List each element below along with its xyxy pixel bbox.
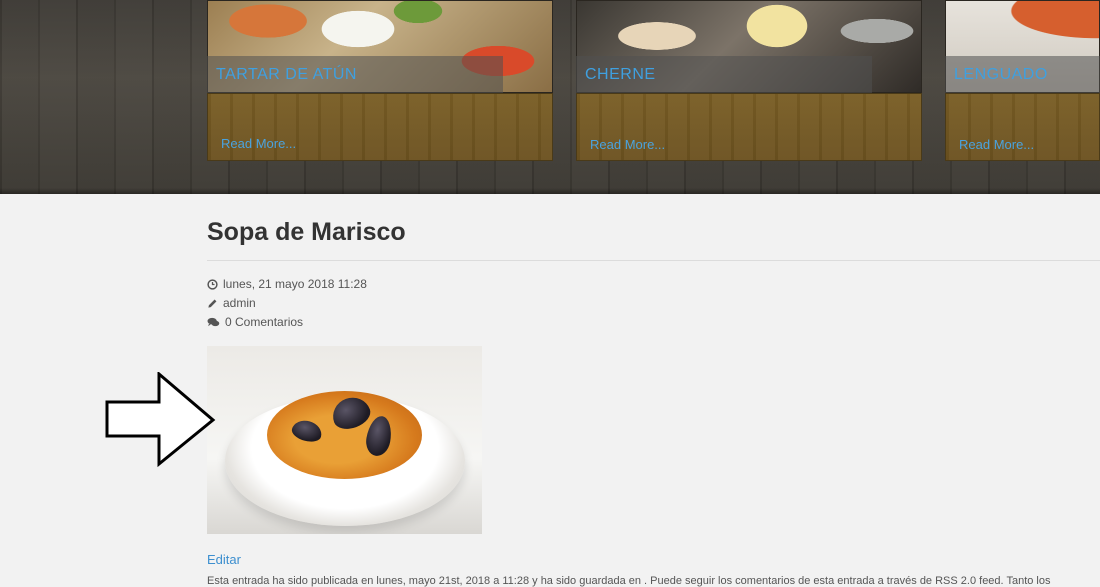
card-title[interactable]: LENGUADO [954,66,1048,84]
card-title[interactable]: CHERNE [585,66,656,84]
recipe-card-lenguado[interactable]: LENGUADO Read More... [945,0,1100,161]
post-date-text: lunes, 21 mayo 2018 11:28 [223,277,367,291]
edit-link[interactable]: Editar [207,552,241,567]
post-author: admin [207,296,256,310]
read-more-link[interactable]: Read More... [959,137,1034,152]
clock-icon [207,278,218,290]
comments-icon [207,317,220,326]
post-image [207,346,482,534]
post-author-text: admin [223,296,256,310]
post-comments[interactable]: 0 Comentarios [207,315,303,329]
read-more-link[interactable]: Read More... [590,137,665,152]
recipe-card-tartar[interactable]: TARTAR DE ATÚN Read More... [207,0,553,161]
post-body-excerpt: Esta entrada ha sido publicada en lunes,… [207,575,1051,587]
title-divider [207,260,1100,261]
card-title[interactable]: TARTAR DE ATÚN [216,66,357,84]
post-title: Sopa de Marisco [207,218,406,246]
pencil-icon [208,299,217,308]
read-more-link[interactable]: Read More... [221,136,296,151]
post-date: lunes, 21 mayo 2018 11:28 [207,277,367,291]
recipe-card-cherne[interactable]: CHERNE Read More... [576,0,922,161]
post-comments-text[interactable]: 0 Comentarios [225,315,303,329]
arrow-right-icon [105,372,216,468]
